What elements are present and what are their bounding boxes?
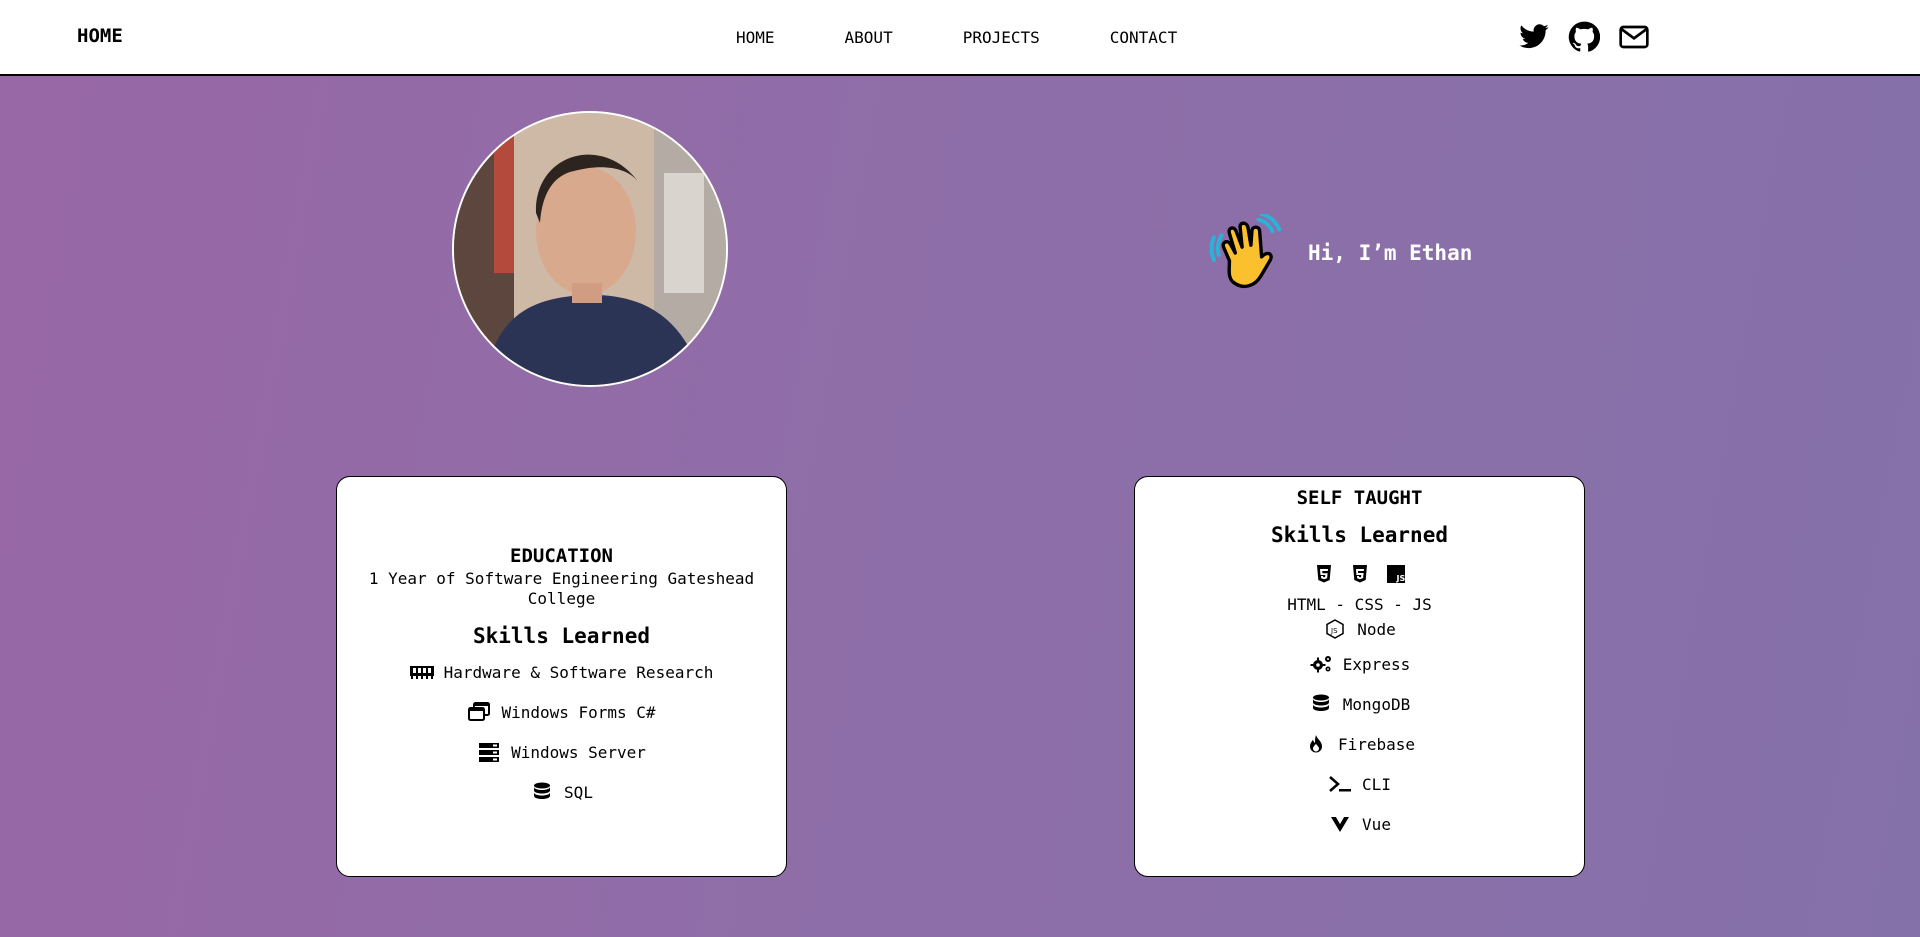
gears-icon [1309, 654, 1333, 674]
skill-label: SQL [564, 782, 593, 802]
education-subtitle: 1 Year of Software Engineering Gateshead… [368, 569, 755, 608]
list-item: SQL [337, 772, 786, 812]
list-item: CLI [1135, 764, 1584, 804]
nav-link-contact[interactable]: CONTACT [1110, 28, 1177, 47]
skill-label: Windows Forms C# [501, 702, 656, 722]
self-taught-title: SELF TAUGHT [1296, 487, 1423, 509]
self-taught-skills-title: Skills Learned [1270, 523, 1448, 547]
self-taught-card: SELF TAUGHT Skills Learned JS HTML - CSS… [1134, 476, 1585, 877]
nav-links: HOME ABOUT PROJECTS CONTACT [736, 28, 1177, 47]
navbar: HOME HOME ABOUT PROJECTS CONTACT [0, 0, 1920, 76]
js-icon: JS [1386, 564, 1406, 584]
list-item: Windows Server [337, 732, 786, 772]
skill-label: Vue [1362, 814, 1391, 834]
windows-icon [467, 702, 491, 722]
svg-text:JS: JS [1395, 574, 1405, 583]
fire-icon [1304, 734, 1328, 754]
nav-link-projects[interactable]: PROJECTS [963, 28, 1040, 47]
twitter-icon[interactable] [1518, 21, 1550, 53]
css3-icon [1350, 564, 1370, 584]
list-item: MongoDB [1135, 684, 1584, 724]
nav-link-about[interactable]: ABOUT [845, 28, 893, 47]
skill-label: Node [1357, 619, 1396, 639]
education-card: EDUCATION 1 Year of Software Engineering… [336, 476, 787, 877]
greeting-text: Hi, I’m Ethan [1308, 241, 1473, 265]
education-skills-title: Skills Learned [472, 624, 650, 648]
nav-link-home[interactable]: HOME [736, 28, 775, 47]
greeting: Hi, I’m Ethan [1208, 214, 1472, 292]
github-icon[interactable] [1568, 21, 1600, 53]
server-icon [477, 742, 501, 762]
tech-icons: JS [1135, 564, 1584, 584]
education-title: EDUCATION [510, 545, 613, 567]
self-taught-skills-list: JS Node Express MongoDB Firebase CLI Vue [1135, 614, 1584, 844]
list-item: Express [1135, 644, 1584, 684]
list-item: Vue [1135, 804, 1584, 844]
skill-label: MongoDB [1342, 694, 1411, 714]
list-item: Hardware & Software Research [337, 652, 786, 692]
social-links [1518, 21, 1650, 53]
mail-icon[interactable] [1618, 21, 1650, 53]
list-item: Windows Forms C# [337, 692, 786, 732]
vue-icon [1328, 814, 1352, 834]
skill-label: Firebase [1337, 734, 1416, 754]
html5-icon [1314, 564, 1334, 584]
profile-photo [452, 111, 728, 387]
terminal-icon [1328, 774, 1352, 794]
svg-text:JS: JS [1330, 627, 1338, 635]
list-item: Firebase [1135, 724, 1584, 764]
database-icon [530, 782, 554, 802]
memory-icon [409, 662, 434, 682]
education-skills-list: Hardware & Software Research Windows For… [337, 652, 786, 812]
skill-label: Hardware & Software Research [443, 662, 714, 682]
brand-home-link[interactable]: HOME [77, 25, 123, 47]
node-icon: JS [1323, 619, 1347, 639]
waving-hand-icon [1208, 214, 1286, 292]
database-icon [1309, 694, 1333, 714]
list-item: JS Node [1135, 614, 1584, 644]
skill-label: Windows Server [511, 742, 646, 762]
skill-label: CLI [1362, 774, 1391, 794]
skill-label: Express [1342, 654, 1411, 674]
tech-line: HTML - CSS - JS [1287, 595, 1432, 614]
